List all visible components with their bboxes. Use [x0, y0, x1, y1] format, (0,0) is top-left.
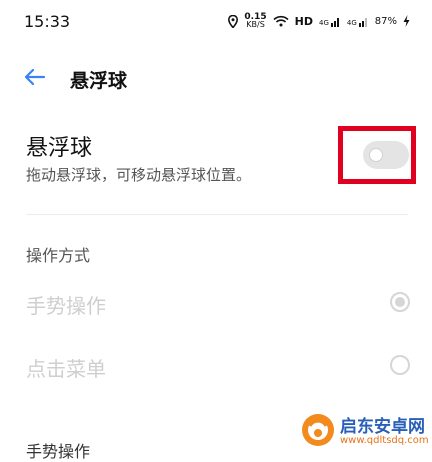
setting-title: 悬浮球	[26, 136, 93, 161]
floating-ball-toggle[interactable]	[363, 141, 409, 169]
toggle-knob	[369, 148, 383, 162]
location-icon	[228, 14, 239, 28]
signal-icon-2: 4G	[347, 16, 369, 27]
watermark: 启东安卓网 www.qdltsdq.com	[298, 408, 432, 453]
gesture-section-label: 手势操作	[26, 442, 91, 461]
watermark-title: 启东安卓网	[340, 417, 425, 437]
radio-button[interactable]	[390, 355, 410, 375]
radio-button[interactable]	[390, 292, 410, 312]
back-arrow-icon[interactable]	[22, 66, 48, 88]
watermark-logo-icon	[300, 412, 336, 448]
option-tap-menu[interactable]: 点击菜单	[26, 345, 412, 389]
divider	[26, 214, 408, 215]
battery-level: 87%	[374, 15, 397, 27]
option-label: 手势操作	[26, 294, 106, 318]
status-time: 15:33	[24, 12, 71, 31]
watermark-url: www.qdltsdq.com	[340, 435, 429, 446]
header: 悬浮球	[0, 56, 432, 100]
wifi-icon	[273, 15, 289, 27]
option-gesture[interactable]: 手势操作	[26, 282, 412, 326]
status-icons: 0.15 KB/S HD 4G 4G 87%	[228, 13, 410, 29]
signal-icon: 4G	[319, 16, 341, 27]
page-title: 悬浮球	[70, 70, 128, 92]
net-speed: 0.15 KB/S	[244, 12, 267, 29]
setting-description: 拖动悬浮球，可移动悬浮球位置。	[26, 166, 252, 184]
hd-icon: HD	[294, 14, 313, 28]
operation-section-label: 操作方式	[26, 246, 91, 265]
option-label: 点击菜单	[26, 357, 106, 381]
charging-icon	[403, 15, 410, 27]
status-bar: 15:33 0.15 KB/S HD 4G 4G 87%	[0, 0, 432, 44]
